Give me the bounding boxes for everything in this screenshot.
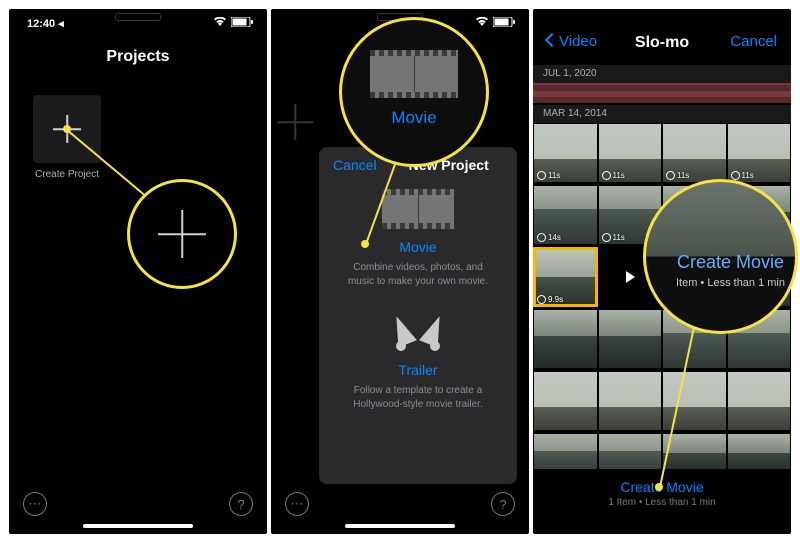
status-bar: 12:40 ◂ xyxy=(9,15,267,33)
option-trailer[interactable]: Trailer Follow a template to create a Ho… xyxy=(333,310,503,411)
screen-new-project: Cancel New Project Movie Combine videos,… xyxy=(271,9,529,534)
video-thumb[interactable]: 11s xyxy=(534,124,597,182)
cancel-button[interactable]: Cancel xyxy=(333,157,377,173)
option-movie-desc: Combine videos, photos, and music to mak… xyxy=(333,261,503,288)
chevron-left-icon xyxy=(545,33,559,47)
video-thumb[interactable] xyxy=(599,310,662,368)
page-title: Projects xyxy=(106,48,169,65)
callout-zoom-movie: Movie xyxy=(339,17,489,167)
callout-zoom-create-movie: Create Movie Item • Less than 1 min xyxy=(643,179,798,334)
video-thumb[interactable] xyxy=(534,372,597,430)
callout-summary: Item • Less than 1 min xyxy=(676,277,785,289)
selection-summary: 1 Item • Less than 1 min xyxy=(533,497,791,508)
video-thumb[interactable] xyxy=(534,310,597,368)
callout-zoom-plus xyxy=(127,179,237,289)
option-movie-title: Movie xyxy=(333,239,503,255)
help-icon[interactable]: ? xyxy=(491,492,515,516)
thumb-row xyxy=(533,371,791,431)
battery-icon xyxy=(231,17,253,27)
section-header: MAR 14, 2014 xyxy=(533,105,791,123)
wifi-icon xyxy=(213,17,227,27)
option-trailer-desc: Follow a template to create a Hollywood-… xyxy=(333,384,503,411)
video-thumb[interactable]: 14s xyxy=(534,186,597,244)
more-icon[interactable]: ⋯ xyxy=(285,492,309,516)
more-icon[interactable]: ⋯ xyxy=(23,492,47,516)
video-thumb[interactable]: 11s xyxy=(728,124,791,182)
create-project-label: Create Project xyxy=(33,169,101,180)
callout-leader-line xyxy=(66,129,152,201)
cancel-button[interactable]: Cancel xyxy=(730,33,777,50)
back-button[interactable]: Video xyxy=(547,33,597,50)
option-movie[interactable]: Movie Combine videos, photos, and music … xyxy=(333,187,503,288)
callout-create-movie-label: Create Movie xyxy=(676,252,785,273)
help-icon[interactable]: ? xyxy=(229,492,253,516)
decorative-thumb-row xyxy=(533,83,791,103)
option-trailer-title: Trailer xyxy=(333,362,503,378)
status-time: 12:40 ◂ xyxy=(27,17,64,30)
nav-bar: Video Slo-mo Cancel xyxy=(533,25,791,61)
new-project-sheet: Cancel New Project Movie Combine videos,… xyxy=(319,147,517,484)
page-title: Slo-mo xyxy=(635,34,689,51)
spotlights-icon xyxy=(390,311,446,353)
section-header: JUL 1, 2020 xyxy=(533,65,791,83)
nav-bar: Projects xyxy=(9,39,267,75)
screen-projects: 12:40 ◂ Projects Create Project ⋯ ? xyxy=(9,9,267,534)
battery-icon xyxy=(493,17,515,27)
video-thumb[interactable]: 11s xyxy=(599,124,662,182)
video-thumb[interactable] xyxy=(728,372,791,430)
wifi-icon xyxy=(475,17,489,27)
video-thumb[interactable] xyxy=(599,372,662,430)
filmstrip-icon xyxy=(370,50,458,98)
filmstrip-icon xyxy=(382,189,454,229)
home-indicator[interactable] xyxy=(83,524,193,528)
play-icon xyxy=(619,266,641,288)
home-indicator[interactable] xyxy=(345,524,455,528)
video-thumb-selected[interactable]: 9.9s xyxy=(534,248,597,306)
thumb-row: 11s 11s 11s 11s xyxy=(533,123,791,183)
video-thumb[interactable]: 11s xyxy=(663,124,726,182)
screen-media-picker: Video Slo-mo Cancel JUL 1, 2020 MAR 14, … xyxy=(533,9,791,534)
callout-movie-label: Movie xyxy=(391,108,436,128)
